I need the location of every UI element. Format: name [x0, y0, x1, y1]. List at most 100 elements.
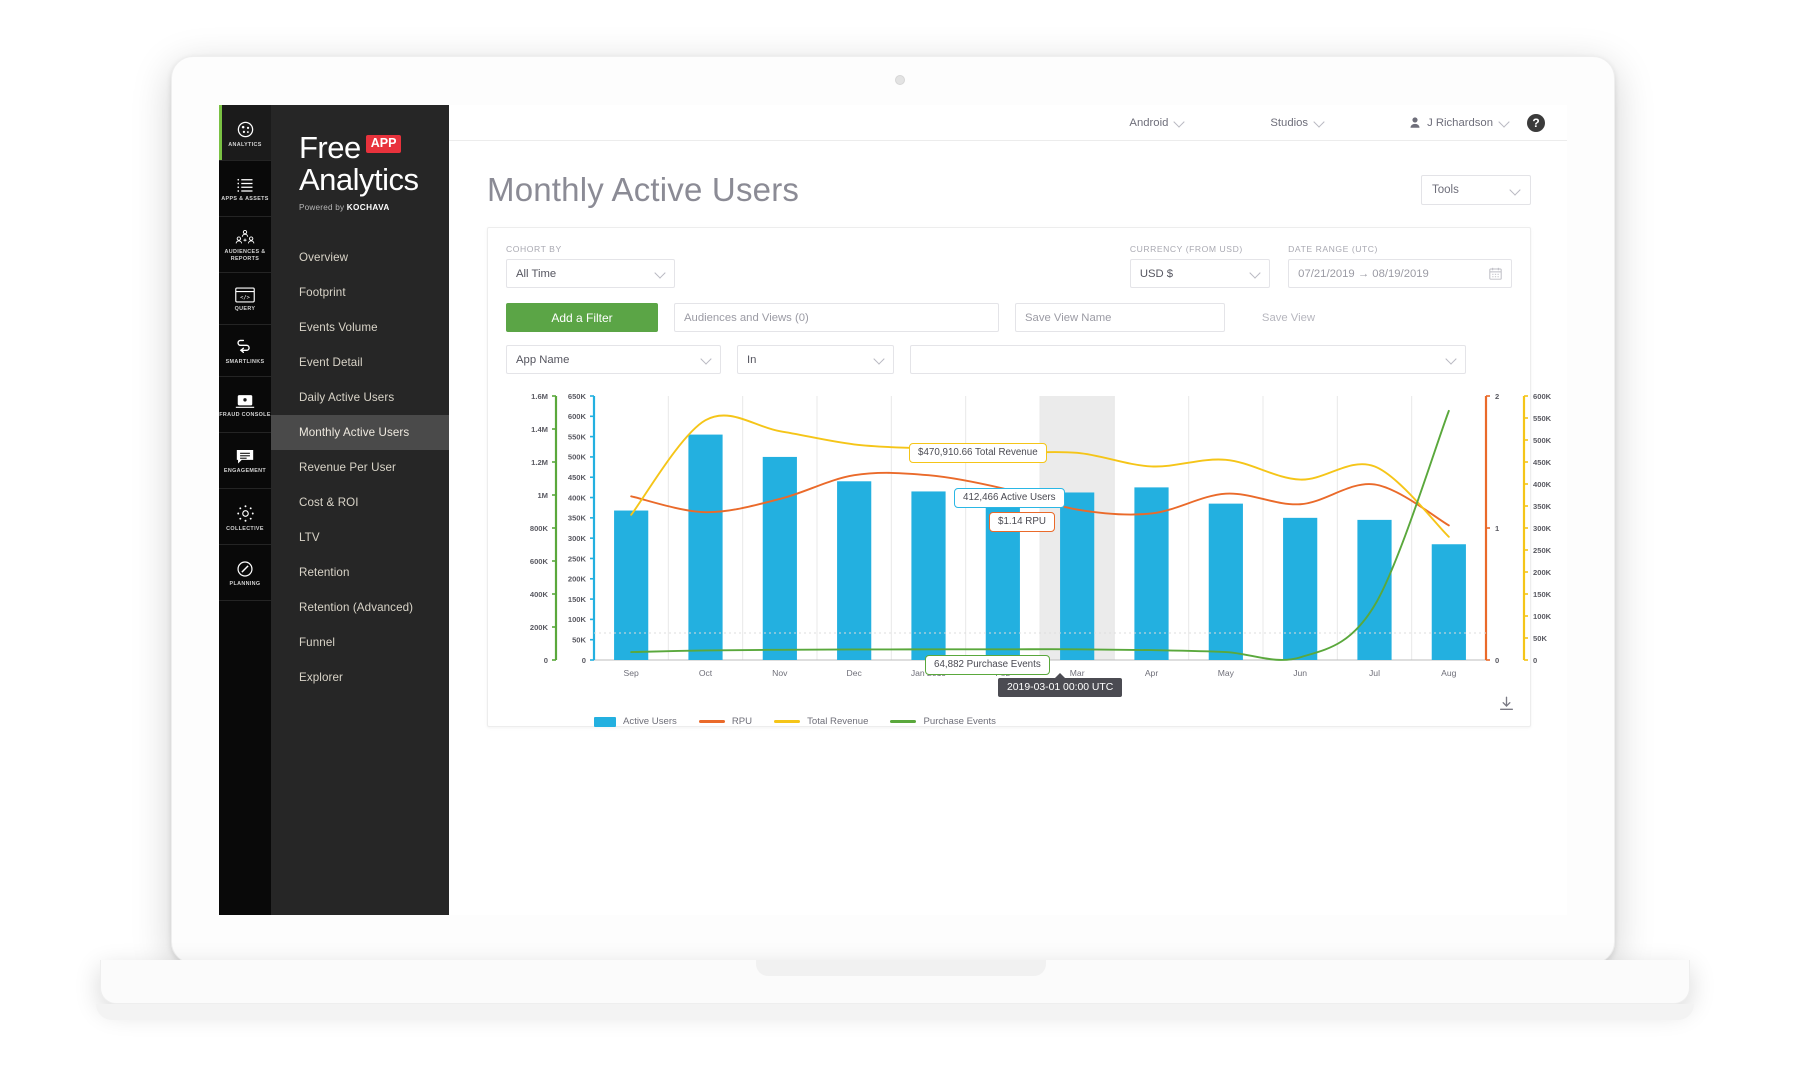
laptop-foot: [96, 1004, 1694, 1020]
chevron-down-icon: [1500, 118, 1509, 127]
svg-text:150K: 150K: [1533, 590, 1552, 599]
rail-item-query[interactable]: </> QUERY: [219, 273, 271, 325]
nav-label: Daily Active Users: [299, 391, 395, 405]
svg-text:1.2M: 1.2M: [531, 458, 548, 467]
webcam: [895, 75, 905, 85]
svg-text:800K: 800K: [530, 524, 549, 533]
rail-item-collective[interactable]: COLLECTIVE: [219, 489, 271, 545]
total-revenue-callout: $470,910.66 Total Revenue: [909, 443, 1047, 464]
svg-text:Jul: Jul: [1369, 668, 1380, 678]
rail-label-smartlinks: SMARTLINKS: [225, 359, 265, 366]
svg-text:550K: 550K: [568, 432, 587, 441]
compass-icon: [236, 560, 254, 578]
tools-label: Tools: [1432, 184, 1459, 196]
download-icon[interactable]: [1499, 696, 1514, 716]
save-view-name-input[interactable]: Save View Name: [1015, 303, 1225, 332]
code-window-icon: </>: [235, 287, 255, 303]
gear-dots-icon: [236, 504, 255, 523]
add-filter-button[interactable]: Add a Filter: [506, 303, 658, 332]
platform-selector[interactable]: Android: [1129, 117, 1184, 129]
nav-label: Events Volume: [299, 321, 378, 335]
sidebar-item-funnel[interactable]: Funnel: [271, 625, 449, 660]
cohort-by-value: All Time: [516, 267, 557, 280]
date-range-value: 07/21/2019 → 08/19/2019: [1298, 267, 1429, 280]
svg-text:200K: 200K: [1533, 568, 1552, 577]
chevron-down-icon: [702, 355, 711, 364]
help-button[interactable]: ?: [1527, 113, 1545, 132]
currency-label: CURRENCY (FROM USD): [1129, 244, 1243, 254]
filter-operator-value: In: [747, 353, 757, 366]
currency-value: USD $: [1139, 267, 1174, 280]
calendar-icon[interactable]: [1489, 267, 1502, 280]
svg-text:550K: 550K: [1533, 414, 1552, 423]
rail-item-fraud-console[interactable]: FRAUD CONSOLE: [219, 377, 271, 433]
save-view-button[interactable]: Save View: [1241, 303, 1336, 332]
svg-text:</>: </>: [240, 295, 250, 301]
account-selector[interactable]: Studios: [1270, 117, 1324, 129]
rail-item-planning[interactable]: PLANNING: [219, 545, 271, 601]
chevron-down-icon: [1447, 355, 1456, 364]
legend-swatch-active-users: [594, 716, 616, 727]
filter-value-select[interactable]: [910, 345, 1466, 374]
cohort-by-label: COHORT BY: [506, 244, 562, 254]
date-range-input[interactable]: 07/21/2019 → 08/19/2019: [1288, 259, 1512, 288]
svg-text:Jun: Jun: [1293, 668, 1307, 678]
nav-label: Retention: [299, 566, 350, 580]
rail-item-apps-assets[interactable]: APPS & ASSETS: [219, 161, 271, 217]
list-icon: [236, 177, 254, 193]
multi-axis-combo-chart[interactable]: 0 200K 400K 600K 800K 1M 1.2M 1.4M 1.6M 0 50K 100K 1…: [506, 390, 1567, 690]
legend-item-rpu[interactable]: RPU: [698, 716, 752, 727]
powered-prefix: Powered by: [299, 203, 347, 213]
legend-item-total-revenue[interactable]: Total Revenue: [774, 716, 868, 727]
audiences-views-input[interactable]: Audiences and Views (0): [674, 303, 999, 332]
svg-text:Aug: Aug: [1441, 668, 1457, 678]
legend-label: Total Revenue: [807, 716, 869, 727]
title-row: Monthly Active Users Tools: [449, 141, 1567, 209]
filter-operator-select[interactable]: In: [737, 345, 894, 374]
svg-text:Sep: Sep: [624, 668, 640, 678]
svg-text:100K: 100K: [568, 615, 587, 624]
sidebar-item-events-volume[interactable]: Events Volume: [271, 310, 449, 345]
sidebar-item-monthly-active-users[interactable]: Monthly Active Users: [271, 415, 449, 451]
currency-select[interactable]: USD $: [1129, 259, 1271, 288]
rail-item-smartlinks[interactable]: SMARTLINKS: [219, 325, 271, 377]
legend-item-active-users[interactable]: Active Users: [594, 716, 677, 727]
cohort-by-select[interactable]: All Time: [506, 259, 675, 288]
svg-text:400K: 400K: [568, 493, 587, 502]
date-range-label: DATE RANGE (UTC): [1288, 244, 1378, 254]
sidebar-item-event-detail[interactable]: Event Detail: [271, 345, 449, 380]
svg-text:Oct: Oct: [699, 668, 713, 678]
sidebar-item-retention[interactable]: Retention: [271, 555, 449, 590]
rail-item-analytics[interactable]: ANALYTICS: [219, 105, 271, 161]
svg-text:400K: 400K: [1533, 480, 1552, 489]
analytics-icon: [236, 120, 255, 139]
sidebar-item-daily-active-users[interactable]: Daily Active Users: [271, 380, 449, 415]
rail-label-fraud-console: FRAUD CONSOLE: [219, 411, 271, 418]
sidebar-item-revenue-per-user[interactable]: Revenue Per User: [271, 450, 449, 485]
svg-text:0: 0: [582, 656, 586, 665]
sidebar-item-footprint[interactable]: Footprint: [271, 275, 449, 310]
account-label: Studios: [1270, 116, 1309, 129]
rail-item-engagement[interactable]: ENGAGEMENT: [219, 433, 271, 489]
legend-item-purchase-events[interactable]: Purchase Events: [890, 716, 996, 727]
svg-text:600K: 600K: [1533, 392, 1552, 401]
sidebar-item-cost-and-roi[interactable]: Cost & ROI: [271, 485, 449, 520]
chevron-down-icon: [656, 269, 665, 278]
sidebar-item-retention-advanced[interactable]: Retention (Advanced): [271, 590, 449, 625]
sidebar-item-explorer[interactable]: Explorer: [271, 660, 449, 695]
user-menu[interactable]: J Richardson: [1410, 117, 1509, 129]
sidebar-item-overview[interactable]: Overview: [271, 240, 449, 275]
nav-label: Revenue Per User: [299, 461, 396, 475]
rail-item-audiences-reports[interactable]: AUDIENCES & REPORTS: [219, 217, 271, 273]
rail-label-collective: COLLECTIVE: [226, 525, 264, 532]
filter-attribute-select[interactable]: App Name: [506, 345, 721, 374]
chevron-down-icon: [875, 355, 884, 364]
svg-text:1: 1: [1495, 524, 1500, 533]
tools-dropdown[interactable]: Tools: [1421, 175, 1531, 205]
date-range-group: DATE RANGE (UTC) 07/21/2019 → 08/19/2019: [1288, 244, 1512, 288]
nav-label: Funnel: [299, 636, 336, 650]
hover-tooltip: 2019-03-01 00:00 UTC: [998, 673, 1123, 697]
sidebar-item-ltv[interactable]: LTV: [271, 520, 449, 555]
rail-label-query: QUERY: [234, 306, 256, 313]
svg-text:300K: 300K: [568, 534, 587, 543]
